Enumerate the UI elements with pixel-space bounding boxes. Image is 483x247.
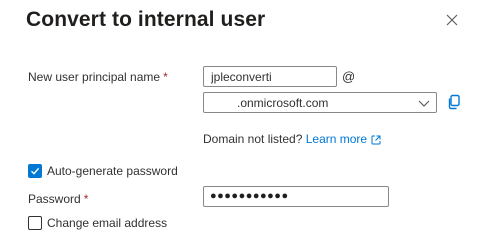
close-icon bbox=[446, 14, 458, 26]
upn-input[interactable] bbox=[203, 66, 337, 87]
redacted-domain-prefix bbox=[209, 96, 239, 109]
password-masked-value: ●●●●●●●●●●● bbox=[210, 190, 289, 202]
domain-selected-value: .onmicrosoft.com bbox=[237, 96, 329, 110]
copy-icon bbox=[448, 94, 460, 110]
required-marker: * bbox=[163, 70, 168, 84]
domain-help-text: Domain not listed? bbox=[203, 132, 303, 146]
change-email-label: Change email address bbox=[47, 216, 168, 230]
chevron-down-icon bbox=[418, 100, 430, 107]
required-marker: * bbox=[83, 192, 89, 206]
external-link-icon[interactable] bbox=[371, 135, 381, 145]
domain-dropdown[interactable]: .onmicrosoft.com bbox=[203, 92, 437, 113]
learn-more-link[interactable]: Learn more bbox=[306, 132, 367, 146]
password-label: Password * bbox=[28, 191, 88, 207]
upn-label: New user principal name * bbox=[28, 69, 168, 85]
domain-help: Domain not listed? Learn more bbox=[203, 131, 381, 147]
at-sign: @ bbox=[342, 69, 356, 84]
close-button[interactable] bbox=[441, 9, 463, 31]
dialog-title: Convert to internal user bbox=[26, 8, 266, 31]
password-input[interactable]: ●●●●●●●●●●● bbox=[203, 186, 389, 207]
checkmark-icon bbox=[31, 167, 40, 175]
change-email-checkbox[interactable] bbox=[28, 216, 42, 230]
password-label-text: Password bbox=[28, 192, 81, 206]
auto-generate-password-label: Auto-generate password bbox=[47, 164, 178, 178]
auto-generate-password-checkbox[interactable] bbox=[28, 164, 42, 178]
copy-button[interactable] bbox=[446, 94, 462, 110]
upn-label-text: New user principal name bbox=[28, 70, 161, 84]
